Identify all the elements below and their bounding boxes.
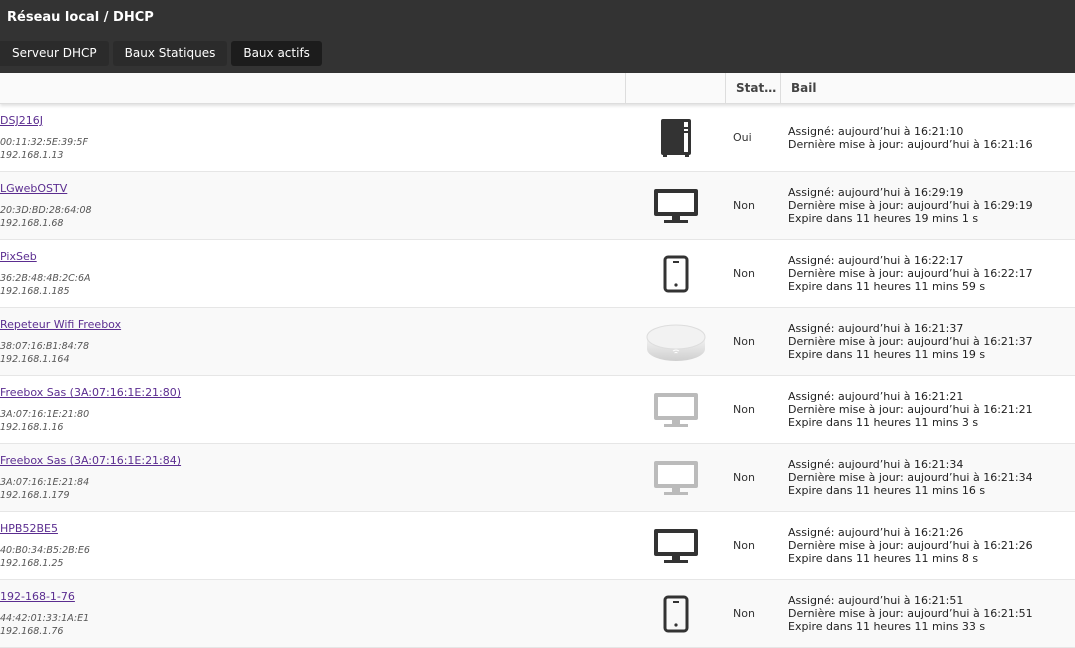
lease-line: Expire dans 11 heures 11 mins 16 s xyxy=(788,484,986,497)
device-cell: Freebox Sas (3A:07:16:1E:21:80) 3A:07:16… xyxy=(0,376,626,443)
lease-info: Assigné: aujourd’hui à 16:21:21 Dernière … xyxy=(781,376,1075,443)
lease-line: Assigné: aujourd’hui à 16:21:21 xyxy=(788,390,964,403)
monitor-icon xyxy=(626,172,726,239)
tab-bar: Serveur DHCP Baux Statiques Baux actifs xyxy=(0,41,322,66)
device-name-link[interactable]: PixSeb xyxy=(0,250,37,263)
lease-info: Assigné: aujourd’hui à 16:21:34 Dernière … xyxy=(781,444,1075,511)
lease-line: Dernière mise à jour: aujourd’hui à 16:2… xyxy=(788,403,1033,416)
table-body: DSJ216J 00:11:32:5E:39:5F 192.168.1.13 O… xyxy=(0,104,1075,648)
lease-info: Assigné: aujourd’hui à 16:21:10 Dernière … xyxy=(781,104,1075,171)
lease-info: Assigné: aujourd’hui à 16:21:51 Dernière … xyxy=(781,580,1075,647)
lease-info: Assigné: aujourd’hui à 16:21:26 Dernière … xyxy=(781,512,1075,579)
lease-line: Expire dans 11 heures 19 mins 1 s xyxy=(788,212,979,225)
device-cell: HPB52BE5 40:B0:34:B5:2B:E6 192.168.1.25 xyxy=(0,512,626,579)
device-cell: 192-168-1-76 44:42:01:33:1A:E1 192.168.1… xyxy=(0,580,626,647)
ip-address: 192.168.1.25 xyxy=(0,558,64,569)
static-status: Oui xyxy=(733,131,752,144)
lease-info: Assigné: aujourd’hui à 16:29:19 Dernière … xyxy=(781,172,1075,239)
lease-line: Dernière mise à jour: aujourd’hui à 16:2… xyxy=(788,199,1033,212)
static-status: Non xyxy=(733,267,755,280)
lease-info: Assigné: aujourd’hui à 16:21:37 Dernière … xyxy=(781,308,1075,375)
device-name-link[interactable]: HPB52BE5 xyxy=(0,522,58,535)
lease-info: Assigné: aujourd’hui à 16:22:17 Dernière … xyxy=(781,240,1075,307)
lease-line: Assigné: aujourd’hui à 16:21:10 xyxy=(788,124,964,138)
table-row: 192-168-1-76 44:42:01:33:1A:E1 192.168.1… xyxy=(0,580,1075,648)
tab-baux-statiques[interactable]: Baux Statiques xyxy=(112,41,228,66)
mac-address: 38:07:16:B1:84:78 xyxy=(0,341,90,352)
lease-line: Dernière mise à jour: aujourd’hui à 16:2… xyxy=(788,267,1033,280)
static-status: Non xyxy=(733,607,755,620)
table-row: Freebox Sas (3A:07:16:1E:21:84) 3A:07:16… xyxy=(0,444,1075,512)
device-name-link[interactable]: DSJ216J xyxy=(0,114,43,127)
tab-baux-actifs[interactable]: Baux actifs xyxy=(231,41,322,66)
top-bar: Réseau local / DHCP Serveur DHCP Baux St… xyxy=(0,0,1075,73)
column-header-name[interactable] xyxy=(0,73,626,103)
table-row: LGwebOSTV 20:3D:BD:28:64:08 192.168.1.68… xyxy=(0,172,1075,240)
lease-line: Assigné: aujourd’hui à 16:21:37 xyxy=(788,322,964,335)
wifi-repeater-icon xyxy=(626,308,726,375)
ip-address: 192.168.1.13 xyxy=(0,150,64,161)
lease-line: Dernière mise à jour: aujourd’hui à 16:2… xyxy=(788,335,1033,348)
table-row: Repeteur Wifi Freebox 38:07:16:B1:84:78 … xyxy=(0,308,1075,376)
nas-icon xyxy=(626,104,726,171)
device-name-link[interactable]: Freebox Sas (3A:07:16:1E:21:84) xyxy=(0,454,181,467)
device-name-link[interactable]: Freebox Sas (3A:07:16:1E:21:80) xyxy=(0,386,181,399)
lease-line: Dernière mise à jour: aujourd’hui à 16:2… xyxy=(788,539,1033,552)
lease-line: Expire dans 11 heures 11 mins 3 s xyxy=(788,416,979,429)
static-status: Non xyxy=(733,199,755,212)
table-row: HPB52BE5 40:B0:34:B5:2B:E6 192.168.1.25 … xyxy=(0,512,1075,580)
device-cell: DSJ216J 00:11:32:5E:39:5F 192.168.1.13 xyxy=(0,104,626,171)
mac-address: 40:B0:34:B5:2B:E6 xyxy=(0,545,90,556)
table-row: DSJ216J 00:11:32:5E:39:5F 192.168.1.13 O… xyxy=(0,104,1075,172)
device-name-link[interactable]: 192-168-1-76 xyxy=(0,590,75,603)
ip-address: 192.168.1.185 xyxy=(0,286,70,297)
mac-address: 3A:07:16:1E:21:84 xyxy=(0,477,90,488)
monitor-inactive-icon xyxy=(626,376,726,443)
tab-serveur-dhcp[interactable]: Serveur DHCP xyxy=(0,41,109,66)
static-status: Non xyxy=(733,471,755,484)
device-cell: Freebox Sas (3A:07:16:1E:21:84) 3A:07:16… xyxy=(0,444,626,511)
page-title: Réseau local / DHCP xyxy=(7,10,154,25)
phone-icon xyxy=(626,580,726,647)
static-status: Non xyxy=(733,335,755,348)
static-status: Non xyxy=(733,539,755,552)
table-row: PixSeb 36:2B:48:4B:2C:6A 192.168.1.185 N… xyxy=(0,240,1075,308)
lease-line: Assigné: aujourd’hui à 16:21:26 xyxy=(788,526,964,539)
column-header-type[interactable] xyxy=(626,73,726,103)
mac-address: 44:42:01:33:1A:E1 xyxy=(0,613,90,624)
lease-line: Assigné: aujourd’hui à 16:29:19 xyxy=(788,186,964,199)
lease-line: Expire dans 11 heures 11 mins 19 s xyxy=(788,348,986,361)
lease-line: Assigné: aujourd’hui à 16:22:17 xyxy=(788,254,964,267)
phone-icon xyxy=(626,240,726,307)
table-header: Stat… Bail xyxy=(0,73,1075,104)
static-status: Non xyxy=(733,403,755,416)
column-header-status[interactable]: Stat… xyxy=(726,73,781,103)
mac-address: 3A:07:16:1E:21:80 xyxy=(0,409,90,420)
mac-address: 00:11:32:5E:39:5F xyxy=(0,137,88,148)
ip-address: 192.168.1.76 xyxy=(0,626,64,637)
lease-line: Dernière mise à jour: aujourd’hui à 16:2… xyxy=(788,607,1033,620)
mac-address: 20:3D:BD:28:64:08 xyxy=(0,205,92,216)
lease-line: Expire dans 11 heures 11 mins 33 s xyxy=(788,620,986,633)
ip-address: 192.168.1.68 xyxy=(0,218,64,229)
device-name-link[interactable]: Repeteur Wifi Freebox xyxy=(0,318,121,331)
ip-address: 192.168.1.16 xyxy=(0,422,64,433)
lease-line: Expire dans 11 heures 11 mins 59 s xyxy=(788,280,986,293)
device-cell: Repeteur Wifi Freebox 38:07:16:B1:84:78 … xyxy=(0,308,626,375)
monitor-icon xyxy=(626,512,726,579)
ip-address: 192.168.1.164 xyxy=(0,354,70,365)
ip-address: 192.168.1.179 xyxy=(0,490,70,501)
table-row: Freebox Sas (3A:07:16:1E:21:80) 3A:07:16… xyxy=(0,376,1075,444)
monitor-inactive-icon xyxy=(626,444,726,511)
device-cell: LGwebOSTV 20:3D:BD:28:64:08 192.168.1.68 xyxy=(0,172,626,239)
lease-line: Expire dans 11 heures 11 mins 8 s xyxy=(788,552,979,565)
lease-line: Assigné: aujourd’hui à 16:21:34 xyxy=(788,458,964,471)
lease-line: Dernière mise à jour: aujourd’hui à 16:2… xyxy=(788,137,1033,151)
lease-line: Assigné: aujourd’hui à 16:21:51 xyxy=(788,594,964,607)
lease-line: Dernière mise à jour: aujourd’hui à 16:2… xyxy=(788,471,1033,484)
mac-address: 36:2B:48:4B:2C:6A xyxy=(0,273,91,284)
column-header-lease[interactable]: Bail xyxy=(781,73,1075,103)
device-name-link[interactable]: LGwebOSTV xyxy=(0,182,67,195)
device-cell: PixSeb 36:2B:48:4B:2C:6A 192.168.1.185 xyxy=(0,240,626,307)
